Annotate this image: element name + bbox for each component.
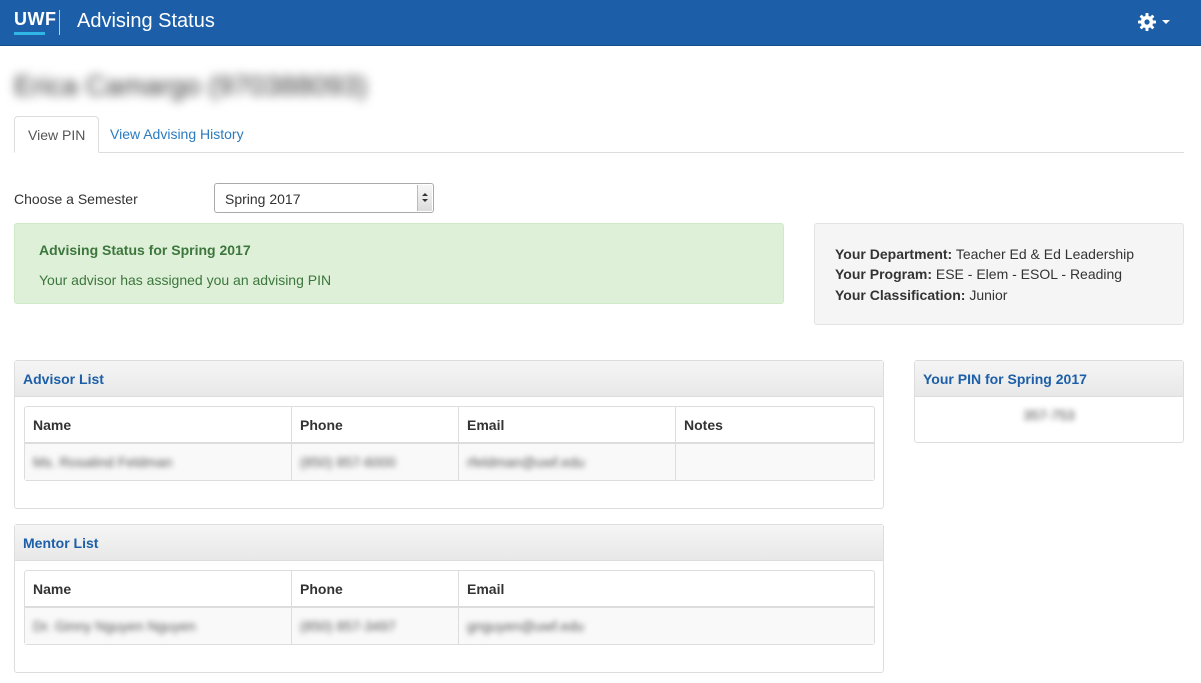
caret-down-icon	[1162, 20, 1170, 24]
advisor-phone: (850) 857-6000	[292, 444, 459, 480]
uwf-logo[interactable]: UWF	[14, 9, 56, 30]
status-message: Your advisor has assigned you an advisin…	[39, 272, 332, 288]
mentor-email: gnguyen@uwf.edu	[459, 608, 874, 644]
table-header-row: Name Phone Email	[25, 571, 874, 608]
mentor-table: Name Phone Email Dr. Ginny Nguyen Nguyen…	[24, 570, 875, 645]
select-arrows-icon	[417, 185, 432, 211]
tab-view-pin[interactable]: View PIN	[14, 116, 100, 153]
table-row: Dr. Ginny Nguyen Nguyen (850) 857-3497 g…	[25, 608, 874, 644]
student-name: Erica Camargo (970388093)	[14, 70, 368, 101]
top-navbar: UWF Advising Status	[0, 0, 1201, 46]
department-row: Your Department: Teacher Ed & Ed Leaders…	[835, 246, 1134, 262]
advisor-email: rfeldman@uwf.edu	[459, 444, 676, 480]
program-label: Your Program:	[835, 266, 932, 282]
semester-select[interactable]: Spring 2017	[214, 183, 434, 213]
column-header-email: Email	[459, 571, 874, 608]
brand-divider	[59, 10, 60, 35]
department-label: Your Department:	[835, 246, 953, 262]
program-row: Your Program: ESE - Elem - ESOL - Readin…	[835, 266, 1122, 282]
table-row: Ms. Rosalind Feldman (850) 857-6000 rfel…	[25, 444, 874, 480]
column-header-notes: Notes	[676, 407, 874, 444]
advisor-list-panel: Advisor List Name Phone Email Notes Ms. …	[14, 360, 884, 509]
settings-menu-button[interactable]	[1137, 12, 1173, 34]
app-title[interactable]: Advising Status	[77, 10, 215, 33]
pin-value: 357-753	[1023, 407, 1075, 423]
mentor-phone: (850) 857-3497	[292, 608, 459, 644]
column-header-email: Email	[459, 407, 676, 444]
department-value: Teacher Ed & Ed Leadership	[955, 246, 1135, 262]
status-title: Advising Status for Spring 2017	[39, 242, 251, 258]
logo-underline	[14, 32, 45, 35]
advisor-list-title: Advisor List	[15, 361, 883, 397]
column-header-phone: Phone	[292, 571, 459, 608]
advising-status-alert: Advising Status for Spring 2017 Your adv…	[14, 223, 784, 304]
classification-row: Your Classification: Junior	[835, 287, 1007, 303]
classification-value: Junior	[969, 287, 1008, 303]
pin-panel: Your PIN for Spring 2017 357-753	[914, 360, 1184, 443]
advisor-table: Name Phone Email Notes Ms. Rosalind Feld…	[24, 406, 875, 481]
classification-label: Your Classification:	[835, 287, 966, 303]
advisor-notes	[676, 444, 874, 480]
mentor-list-title: Mentor List	[15, 525, 883, 561]
pin-panel-title: Your PIN for Spring 2017	[915, 361, 1183, 397]
gear-icon	[1138, 13, 1156, 31]
tab-view-advising-history[interactable]: View Advising History	[97, 116, 257, 153]
advisor-name: Ms. Rosalind Feldman	[25, 444, 292, 480]
student-info-well: Your Department: Teacher Ed & Ed Leaders…	[814, 223, 1184, 325]
program-value: ESE - Elem - ESOL - Reading	[935, 266, 1123, 282]
column-header-name: Name	[25, 407, 292, 444]
semester-selected-value: Spring 2017	[225, 191, 301, 207]
column-header-name: Name	[25, 571, 292, 608]
column-header-phone: Phone	[292, 407, 459, 444]
mentor-list-panel: Mentor List Name Phone Email Dr. Ginny N…	[14, 524, 884, 673]
table-header-row: Name Phone Email Notes	[25, 407, 874, 444]
tab-bar: View PIN View Advising History	[14, 116, 1184, 153]
semester-label: Choose a Semester	[14, 191, 138, 207]
mentor-name: Dr. Ginny Nguyen Nguyen	[25, 608, 292, 644]
